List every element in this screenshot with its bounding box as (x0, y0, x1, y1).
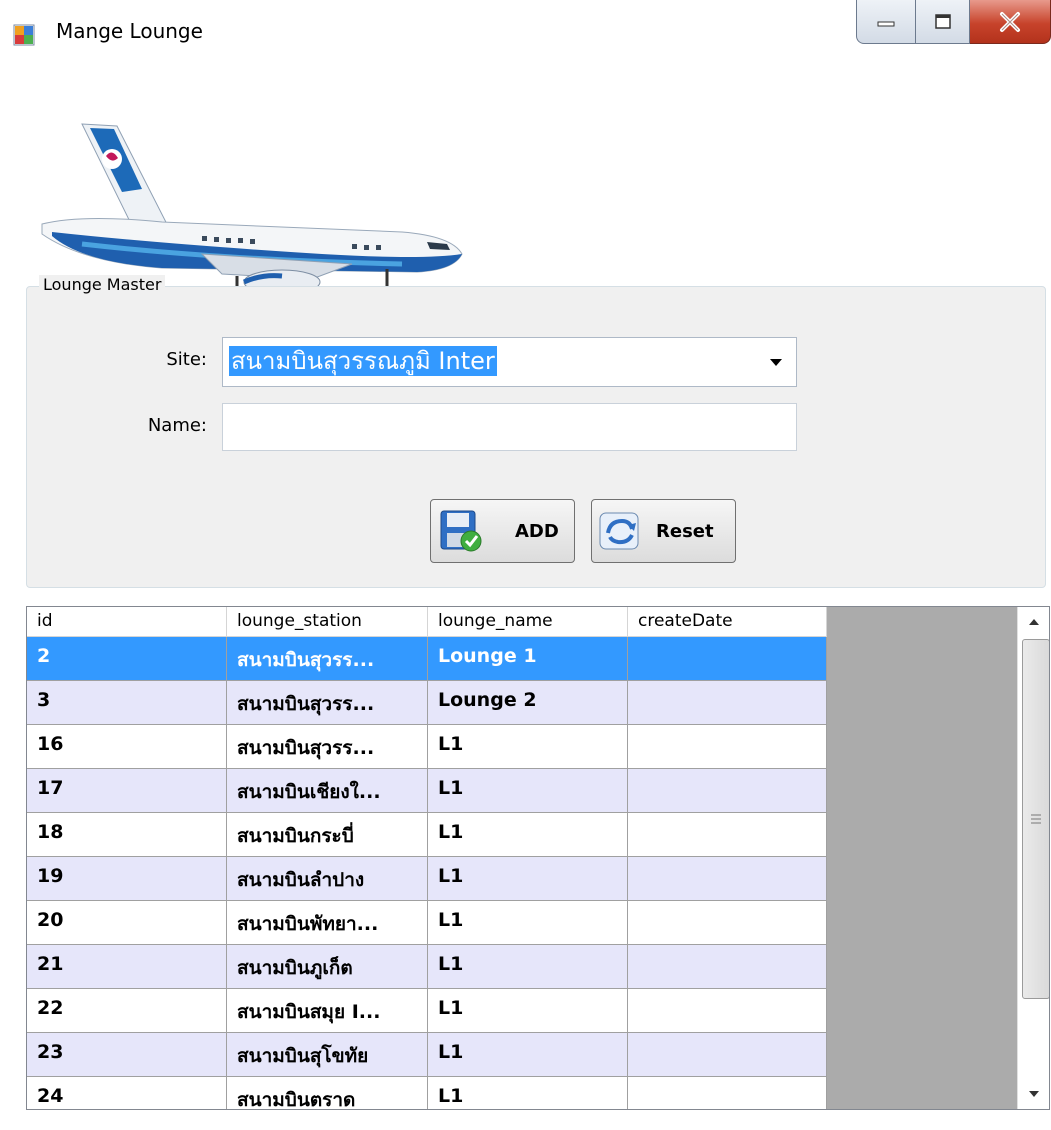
name-field[interactable] (222, 403, 797, 451)
cell-lounge-station[interactable]: สนามบินเชียงใ... (227, 769, 428, 813)
maximize-button[interactable] (916, 0, 970, 44)
cell-create-date[interactable] (628, 637, 827, 681)
scroll-up-button[interactable] (1018, 607, 1049, 637)
cell-lounge-name[interactable]: L1 (428, 769, 628, 813)
cell-create-date[interactable] (628, 681, 827, 725)
cell-create-date[interactable] (628, 857, 827, 901)
table-row[interactable]: 16 สนามบินสุวรร... L1 (27, 725, 827, 769)
cell-create-date[interactable] (628, 813, 827, 857)
airplane-image (41, 123, 472, 304)
cell-id[interactable]: 16 (27, 725, 227, 769)
cell-lounge-station[interactable]: สนามบินสุวรร... (227, 637, 428, 681)
table-row[interactable]: 24 สนามบินตราด L1 (27, 1077, 827, 1109)
grid-rows: 2 สนามบินสุวรร... Lounge 1 3 สนามบินสุวร… (27, 637, 827, 1109)
column-header-lounge-station[interactable]: lounge_station (227, 607, 428, 637)
cell-lounge-name[interactable]: L1 (428, 945, 628, 989)
add-button-label: ADD (515, 520, 559, 542)
cell-id[interactable]: 3 (27, 681, 227, 725)
cell-lounge-station[interactable]: สนามบินสุวรร... (227, 725, 428, 769)
cell-lounge-name[interactable]: L1 (428, 725, 628, 769)
cell-create-date[interactable] (628, 945, 827, 989)
add-button[interactable]: ADD (430, 499, 575, 563)
scroll-down-arrow-icon (1029, 1091, 1039, 1097)
table-row[interactable]: 17 สนามบินเชียงใ... L1 (27, 769, 827, 813)
cell-create-date[interactable] (628, 989, 827, 1033)
vertical-scrollbar[interactable] (1017, 607, 1049, 1109)
cell-lounge-name[interactable]: L1 (428, 989, 628, 1033)
grid-header: id lounge_station lounge_name createDate (27, 607, 827, 637)
cell-lounge-station[interactable]: สนามบินสุวรร... (227, 681, 428, 725)
cell-lounge-station[interactable]: สนามบินลำปาง (227, 857, 428, 901)
scrollbar-thumb[interactable] (1022, 639, 1049, 999)
cell-id[interactable]: 19 (27, 857, 227, 901)
cell-id[interactable]: 22 (27, 989, 227, 1033)
table-row[interactable]: 3 สนามบินสุวรร... Lounge 2 (27, 681, 827, 725)
lounge-data-grid[interactable]: id lounge_station lounge_name createDate… (26, 606, 1050, 1110)
minimize-button[interactable] (856, 0, 916, 44)
cell-id[interactable]: 20 (27, 901, 227, 945)
cell-lounge-name[interactable]: L1 (428, 901, 628, 945)
cell-lounge-name[interactable]: L1 (428, 1077, 628, 1109)
cell-lounge-station[interactable]: สนามบินตราด (227, 1077, 428, 1109)
cell-id[interactable]: 21 (27, 945, 227, 989)
table-row[interactable]: 23 สนามบินสุโขทัย L1 (27, 1033, 827, 1077)
cell-create-date[interactable] (628, 901, 827, 945)
cell-create-date[interactable] (628, 725, 827, 769)
close-icon (1000, 11, 1020, 32)
scroll-up-arrow-icon (1029, 619, 1039, 625)
column-header-lounge-name[interactable]: lounge_name (428, 607, 628, 637)
cell-create-date[interactable] (628, 1033, 827, 1077)
title-bar: Mange Lounge (0, 0, 1051, 64)
cell-id[interactable]: 18 (27, 813, 227, 857)
cell-lounge-name[interactable]: L1 (428, 1033, 628, 1077)
cell-id[interactable]: 17 (27, 769, 227, 813)
name-label: Name: (147, 415, 207, 436)
cell-lounge-name[interactable]: Lounge 2 (428, 681, 628, 725)
lounge-master-group: Lounge Master Site: สนามบินสุวรรณภูมิ In… (26, 275, 1046, 588)
app-form-icon (13, 24, 35, 46)
reset-button[interactable]: Reset (591, 499, 736, 563)
site-combobox[interactable]: สนามบินสุวรรณภูมิ Inter (222, 337, 797, 387)
cell-lounge-station[interactable]: สนามบินภูเก็ต (227, 945, 428, 989)
column-header-create-date[interactable]: createDate (628, 607, 827, 637)
window-controls (856, 0, 1051, 46)
client-area: Lounge Master Site: สนามบินสุวรรณภูมิ In… (12, 64, 1051, 1130)
table-row[interactable]: 2 สนามบินสุวรร... Lounge 1 (27, 637, 827, 681)
cell-lounge-station[interactable]: สนามบินพัทยา... (227, 901, 428, 945)
site-label: Site: (166, 349, 207, 370)
refresh-icon (599, 512, 639, 550)
scroll-down-button[interactable] (1018, 1079, 1049, 1109)
save-disk-icon (440, 510, 482, 552)
cell-lounge-station[interactable]: สนามบินสุโขทัย (227, 1033, 428, 1077)
table-row[interactable]: 22 สนามบินสมุย I... L1 (27, 989, 827, 1033)
reset-button-label: Reset (656, 520, 714, 542)
cell-create-date[interactable] (628, 769, 827, 813)
table-row[interactable]: 18 สนามบินกระบี่ L1 (27, 813, 827, 857)
column-header-id[interactable]: id (27, 607, 227, 637)
table-row[interactable]: 19 สนามบินลำปาง L1 (27, 857, 827, 901)
cell-lounge-name[interactable]: Lounge 1 (428, 637, 628, 681)
group-title: Lounge Master (39, 275, 166, 294)
cell-id[interactable]: 24 (27, 1077, 227, 1109)
table-row[interactable]: 20 สนามบินพัทยา... L1 (27, 901, 827, 945)
site-selected-value: สนามบินสุวรรณภูมิ Inter (229, 346, 497, 376)
minimize-icon (877, 21, 895, 26)
close-button[interactable] (970, 0, 1051, 44)
window-title: Mange Lounge (56, 19, 203, 43)
cell-lounge-station[interactable]: สนามบินกระบี่ (227, 813, 428, 857)
grip-lines-icon (1031, 814, 1041, 824)
table-row[interactable]: 21 สนามบินภูเก็ต L1 (27, 945, 827, 989)
cell-id[interactable]: 23 (27, 1033, 227, 1077)
cell-lounge-station[interactable]: สนามบินสมุย I... (227, 989, 428, 1033)
cell-lounge-name[interactable]: L1 (428, 857, 628, 901)
dropdown-arrow-icon[interactable] (770, 359, 782, 366)
cell-id[interactable]: 2 (27, 637, 227, 681)
maximize-icon (934, 13, 951, 29)
cell-lounge-name[interactable]: L1 (428, 813, 628, 857)
cell-create-date[interactable] (628, 1077, 827, 1109)
